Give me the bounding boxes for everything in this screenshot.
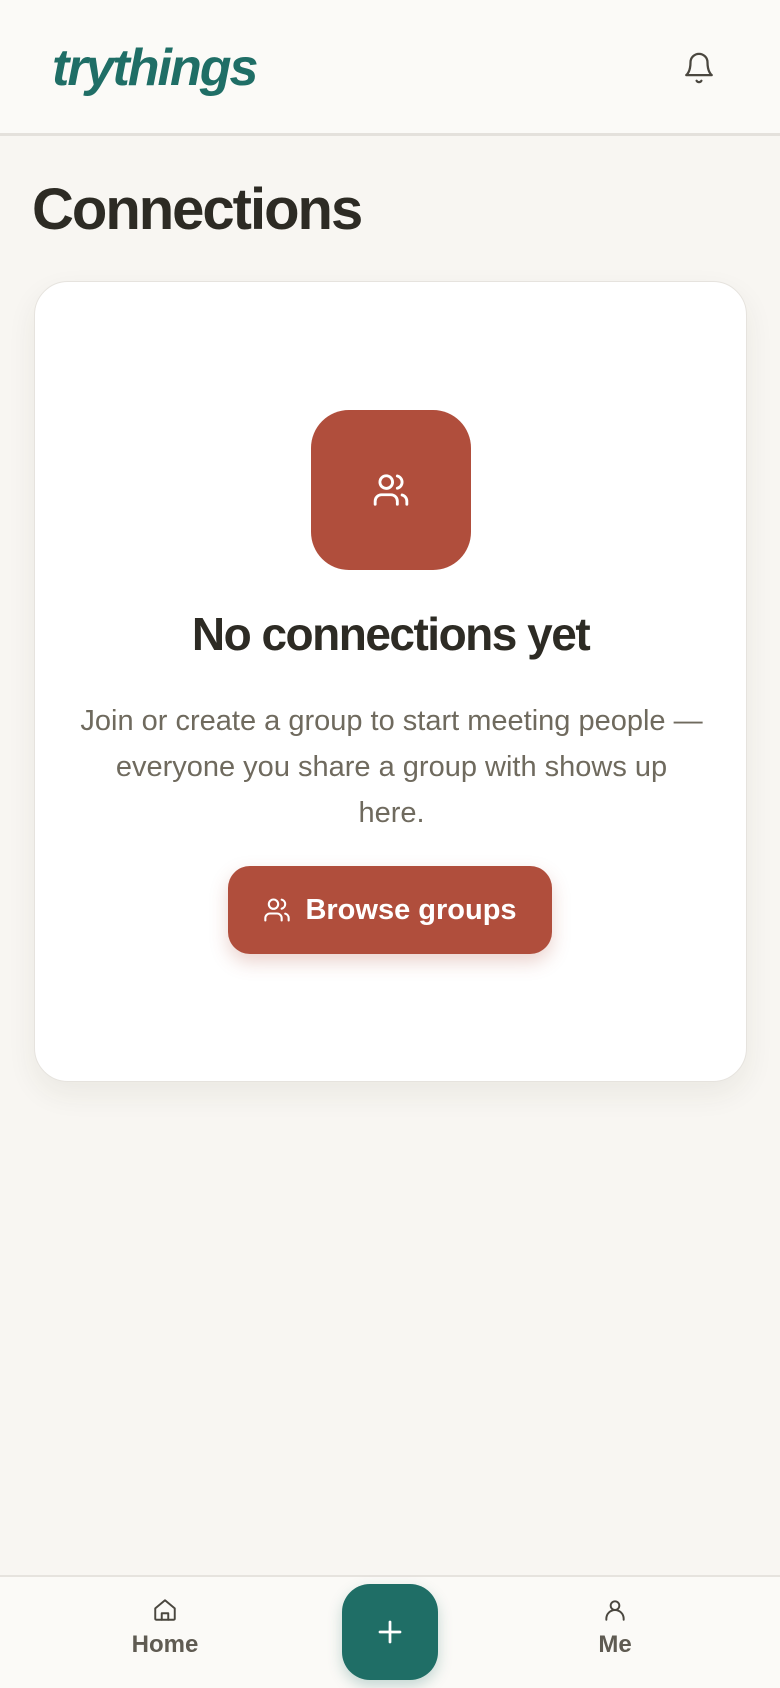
- users-icon: [373, 474, 409, 506]
- top-bar: trythings: [0, 0, 780, 136]
- empty-state-card: No connections yet Join or create a grou…: [34, 281, 747, 1082]
- bell-icon[interactable]: [682, 50, 716, 86]
- plus-icon: [378, 1620, 402, 1644]
- nav-home[interactable]: Home: [95, 1597, 235, 1677]
- app-logo[interactable]: trythings: [52, 38, 258, 98]
- empty-state-title: No connections yet: [191, 608, 591, 660]
- page-title: Connections: [32, 177, 363, 242]
- create-button[interactable]: [342, 1584, 438, 1680]
- nav-me[interactable]: Me: [545, 1597, 685, 1677]
- user-icon: [605, 1600, 625, 1621]
- empty-state-description: Join or create a group to start meeting …: [80, 705, 703, 829]
- browse-groups-button[interactable]: Browse groups: [228, 866, 552, 954]
- home-icon: [154, 1599, 176, 1621]
- users-icon-tile: [311, 410, 471, 570]
- browse-groups-label: Browse groups: [305, 893, 517, 926]
- users-icon: [264, 898, 291, 922]
- nav-me-label: Me: [598, 1631, 632, 1658]
- nav-home-label: Home: [131, 1631, 199, 1658]
